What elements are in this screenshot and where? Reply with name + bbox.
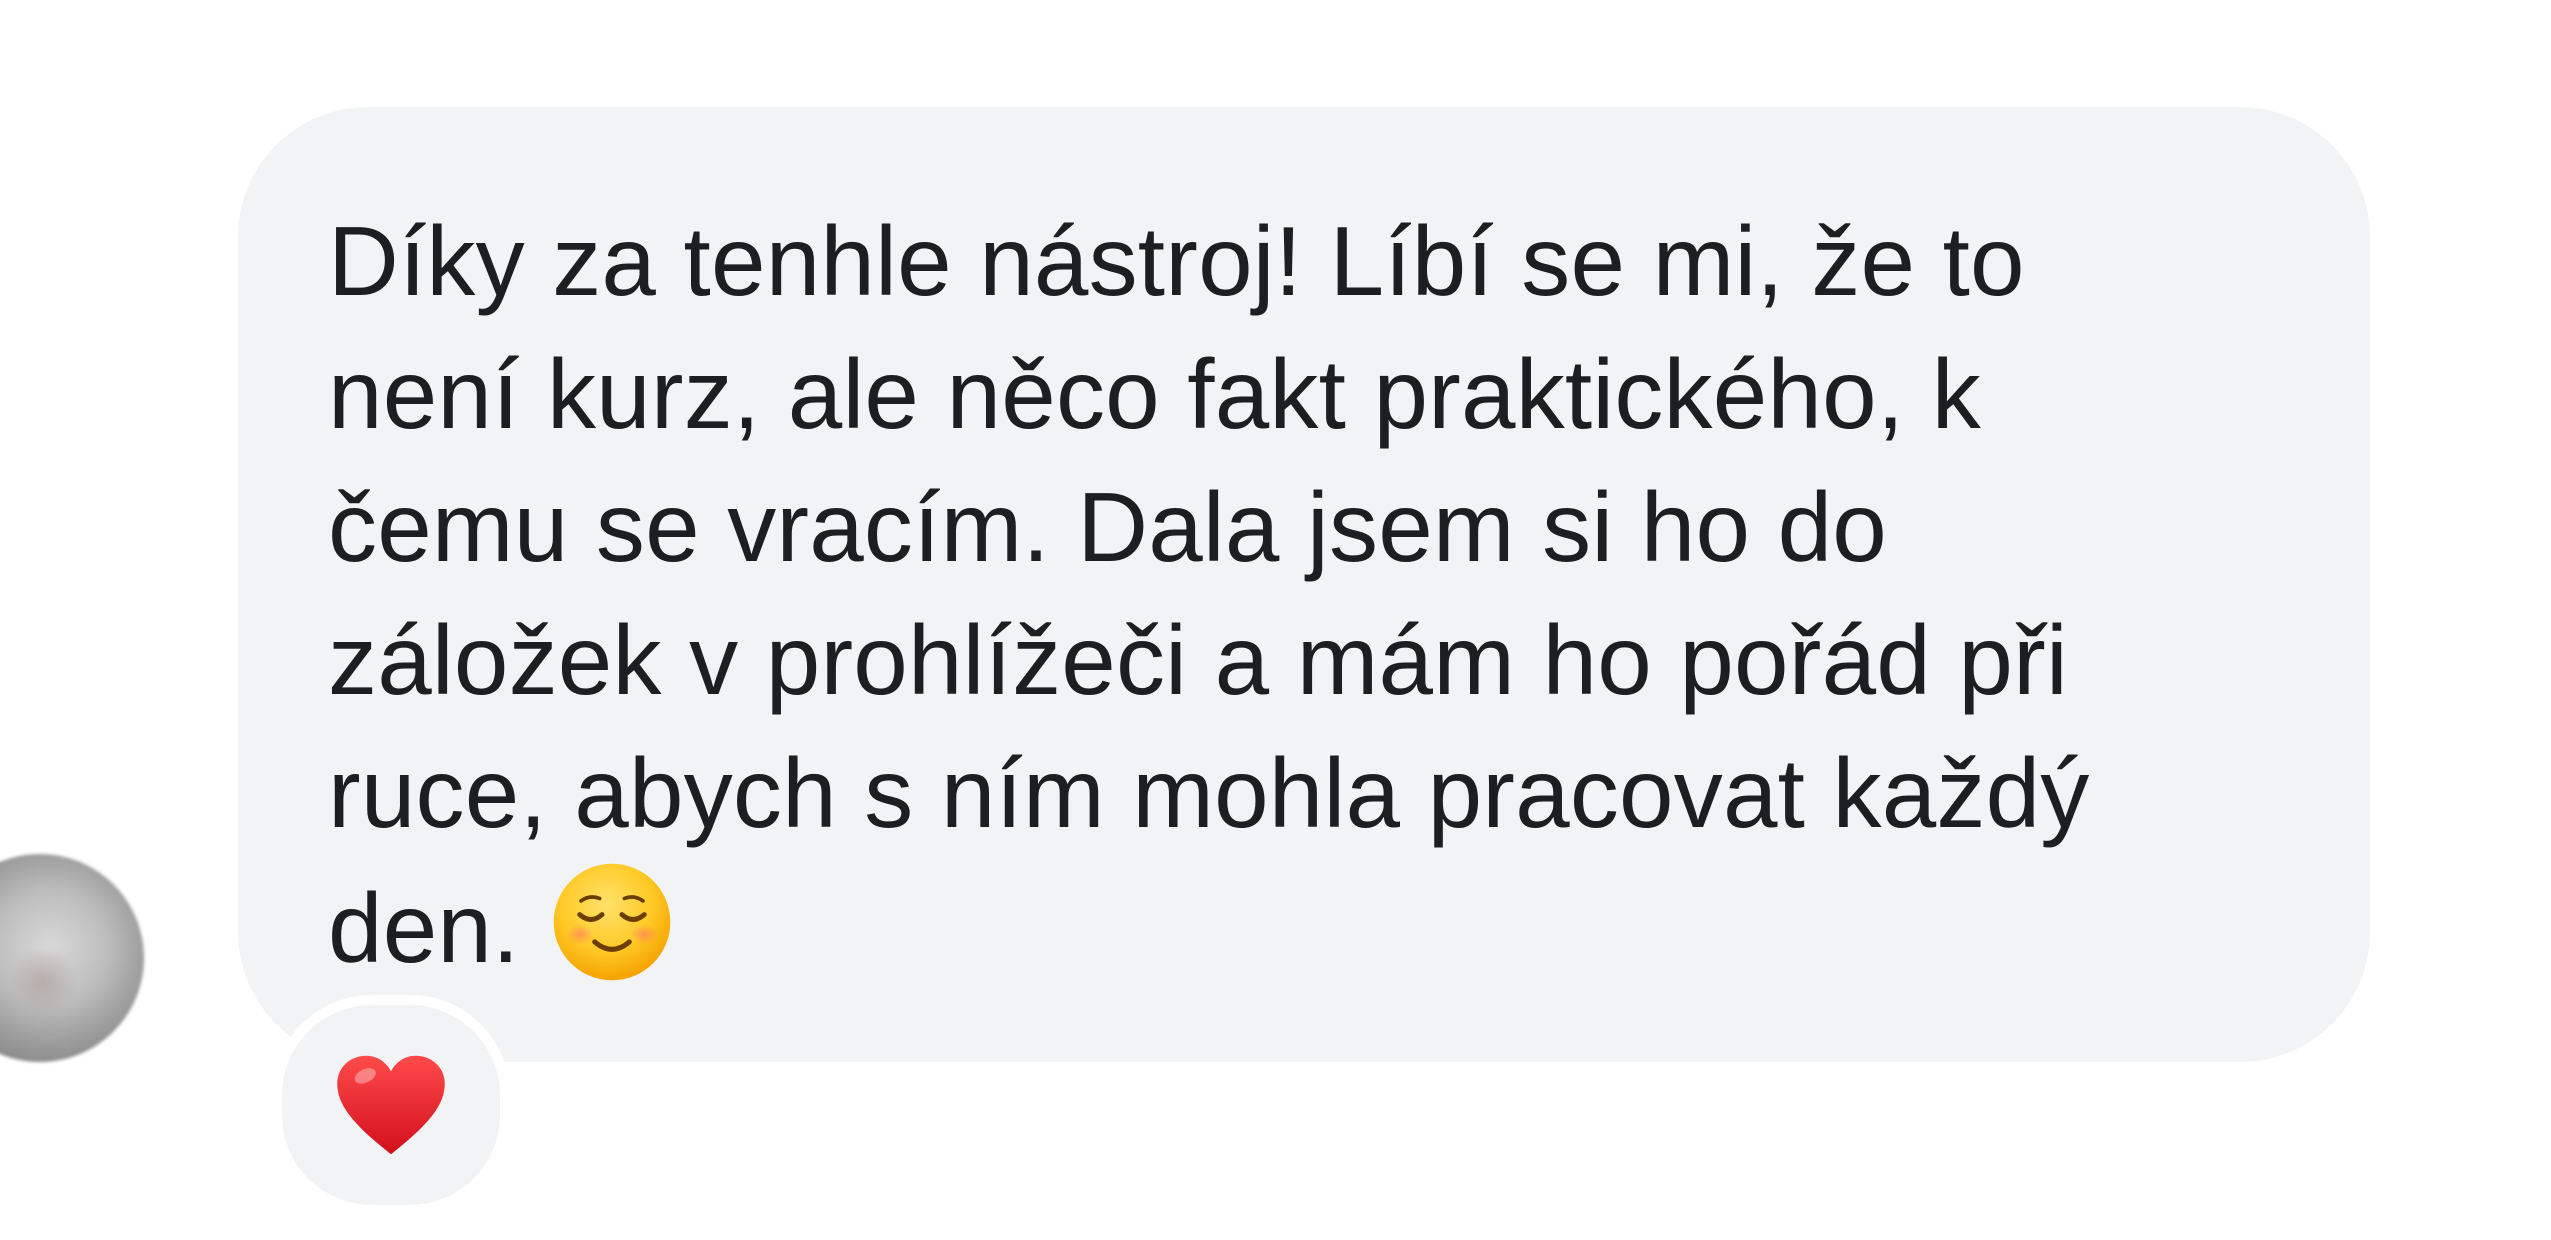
message-thread: Díky za tenhle nástroj! Líbí se mi, že t…	[0, 0, 2551, 1240]
smiling-face-icon	[553, 863, 670, 981]
sender-avatar[interactable]	[0, 854, 144, 1062]
reaction-badge[interactable]	[272, 995, 510, 1215]
message-text-container: Díky za tenhle nástroj! Líbí se mi, že t…	[328, 195, 2328, 995]
red-heart-icon	[337, 1055, 445, 1155]
message-bubble[interactable]: Díky za tenhle nástroj! Líbí se mi, že t…	[238, 107, 2370, 1062]
